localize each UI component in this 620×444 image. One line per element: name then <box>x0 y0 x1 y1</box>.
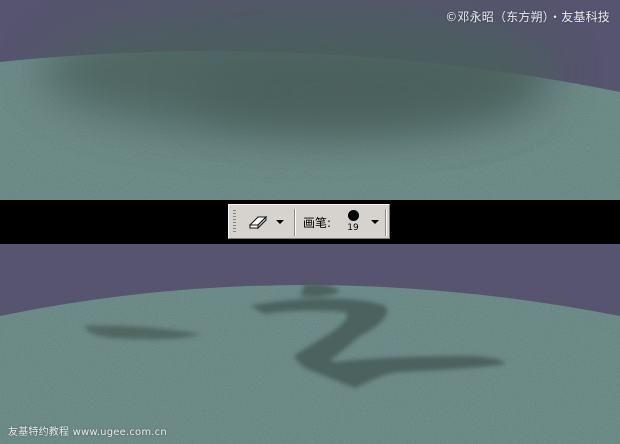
tutorial-credit: 友基特约教程 www.ugee.com.cn <box>8 427 167 438</box>
eraser-tool-button[interactable] <box>245 211 271 233</box>
brush-label: 画笔: <box>303 216 332 230</box>
bottom-canvas-image <box>0 244 620 444</box>
tool-preset-dropdown-arrow[interactable] <box>275 217 285 227</box>
top-canvas-image <box>0 0 620 200</box>
toolbar-grip-handle[interactable] <box>233 210 236 234</box>
toolbar-separator <box>385 209 387 236</box>
tool-options-bar: 画笔: 19 <box>228 204 390 239</box>
brush-picker[interactable]: 19 <box>340 207 366 237</box>
toolbar-separator <box>294 209 296 236</box>
brush-tip-icon <box>348 210 359 221</box>
top-canvas-panel: ©邓永昭（东方朔）・友基科技 <box>0 0 620 200</box>
chevron-down-icon <box>371 220 379 224</box>
bottom-canvas-panel: 友基特约教程 www.ugee.com.cn <box>0 244 620 444</box>
eraser-icon <box>248 215 268 230</box>
brush-picker-dropdown-arrow[interactable] <box>370 217 380 227</box>
watermark-credit: ©邓永昭（东方朔）・友基科技 <box>445 10 610 24</box>
chevron-down-icon <box>276 220 284 224</box>
brush-size-value: 19 <box>347 223 359 233</box>
